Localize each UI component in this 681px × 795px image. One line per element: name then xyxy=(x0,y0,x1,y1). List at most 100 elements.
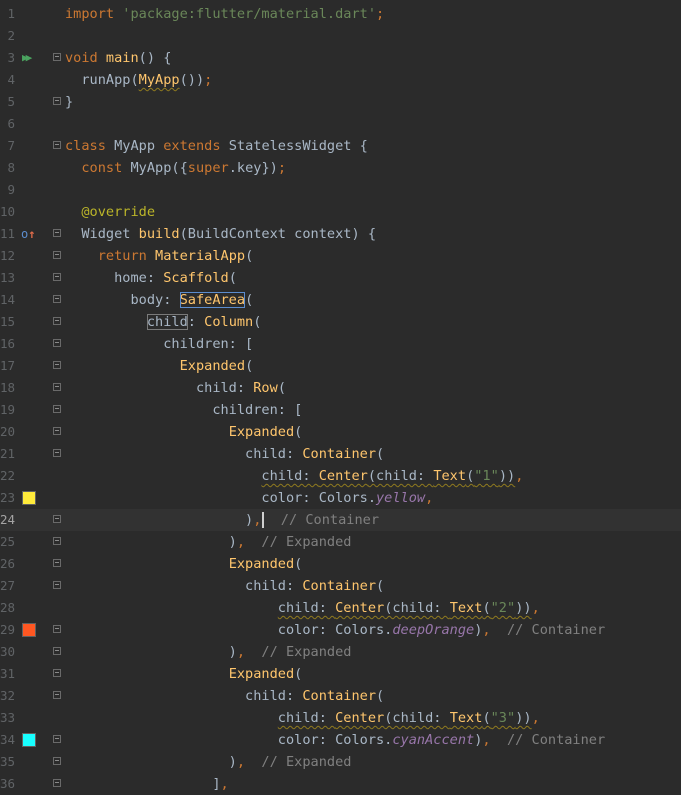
fold-end-icon[interactable] xyxy=(53,779,61,787)
code-line[interactable]: 13 home: Scaffold( xyxy=(0,267,681,289)
line-number: 22 xyxy=(0,468,16,483)
code-line[interactable]: 10 @override xyxy=(0,201,681,223)
code-line[interactable]: 32 child: Container( xyxy=(0,685,681,707)
code-token: ) xyxy=(65,512,254,528)
code-token: Container xyxy=(302,578,377,594)
fold-end-icon[interactable] xyxy=(53,735,61,743)
code-line[interactable]: 7 class MyApp extends StatelessWidget { xyxy=(0,135,681,157)
code-line[interactable]: 3 ▶▶ void main() { xyxy=(0,47,681,69)
code-token: deepOrange xyxy=(392,622,475,638)
line-number: 34 xyxy=(0,732,16,747)
fold-end-icon[interactable] xyxy=(53,97,61,105)
cyan-swatch[interactable] xyxy=(22,733,36,747)
code-token: , xyxy=(482,732,491,748)
override-gutter-icon[interactable]: o↑ xyxy=(21,227,35,241)
code-text: Expanded( xyxy=(65,553,303,575)
fold-open-icon[interactable] xyxy=(53,251,61,259)
code-line[interactable]: 6 xyxy=(0,113,681,135)
fold-open-icon[interactable] xyxy=(53,559,61,567)
fold-open-icon[interactable] xyxy=(53,53,61,61)
line-number: 18 xyxy=(0,380,16,395)
code-line[interactable]: 31 Expanded( xyxy=(0,663,681,685)
code-line[interactable]: 29 color: Colors.deepOrange), // Contain… xyxy=(0,619,681,641)
fold-open-icon[interactable] xyxy=(53,295,61,303)
fold-open-icon[interactable] xyxy=(53,581,61,589)
code-line[interactable]: 33 child: Center(child: Text("3")), xyxy=(0,707,681,729)
code-token: child: xyxy=(277,710,336,726)
fold-end-icon[interactable] xyxy=(53,647,61,655)
code-text: child: Center(child: Text("2")), xyxy=(65,597,540,619)
fold-open-icon[interactable] xyxy=(53,449,61,457)
code-line[interactable]: 17 Expanded( xyxy=(0,355,681,377)
code-line[interactable]: 26 Expanded( xyxy=(0,553,681,575)
fold-end-icon[interactable] xyxy=(53,537,61,545)
code-line[interactable]: 35 ), // Expanded xyxy=(0,751,681,773)
fold-open-icon[interactable] xyxy=(53,317,61,325)
code-line[interactable]: 14 body: SafeArea( xyxy=(0,289,681,311)
code-text: child: Center(child: Text("1")), xyxy=(65,465,523,487)
code-token: ( xyxy=(245,248,254,264)
code-token: )) xyxy=(515,710,532,726)
fold-open-icon[interactable] xyxy=(53,229,61,237)
run-gutter-icon[interactable]: ▶▶ xyxy=(22,51,36,65)
code-line[interactable]: 16 children: [ xyxy=(0,333,681,355)
code-token: ( xyxy=(277,380,286,396)
line-number: 25 xyxy=(0,534,16,549)
line-number: 4 xyxy=(7,72,15,87)
line-number: 14 xyxy=(0,292,16,307)
code-line[interactable]: 25 ), // Expanded xyxy=(0,531,681,553)
code-line[interactable]: 28 child: Center(child: Text("2")), xyxy=(0,597,681,619)
code-line[interactable]: 9 xyxy=(0,179,681,201)
orange-swatch[interactable] xyxy=(22,623,36,637)
code-line[interactable]: 15 child: Column( xyxy=(0,311,681,333)
code-line[interactable]: 12 return MaterialApp( xyxy=(0,245,681,267)
code-line[interactable]: 18 child: Row( xyxy=(0,377,681,399)
code-token: } xyxy=(65,94,74,110)
code-text: const MyApp({super.key}); xyxy=(65,157,286,179)
code-line[interactable]: 30 ), // Expanded xyxy=(0,641,681,663)
code-line[interactable]: 20 Expanded( xyxy=(0,421,681,443)
code-token: color: Colors. xyxy=(65,622,393,638)
code-line[interactable]: 22 child: Center(child: Text("1")), xyxy=(0,465,681,487)
fold-open-icon[interactable] xyxy=(53,405,61,413)
code-line[interactable]: 5} xyxy=(0,91,681,113)
fold-end-icon[interactable] xyxy=(53,625,61,633)
code-token: Center xyxy=(318,468,368,484)
code-text: runApp(MyApp()); xyxy=(65,69,212,91)
fold-open-icon[interactable] xyxy=(53,427,61,435)
code-text: } xyxy=(65,91,73,113)
code-line[interactable]: 21 child: Container( xyxy=(0,443,681,465)
code-token: void xyxy=(65,50,106,66)
fold-open-icon[interactable] xyxy=(53,361,61,369)
code-editor[interactable]: 1 import 'package:flutter/material.dart';… xyxy=(0,0,681,792)
code-line[interactable]: 1 import 'package:flutter/material.dart'; xyxy=(0,3,681,25)
code-line[interactable]: 23 color: Colors.yellow, xyxy=(0,487,681,509)
fold-open-icon[interactable] xyxy=(53,383,61,391)
code-line[interactable]: 8 const MyApp({super.key}); xyxy=(0,157,681,179)
code-token: ( xyxy=(482,600,491,616)
code-line[interactable]: 2 xyxy=(0,25,681,47)
yellow-swatch[interactable] xyxy=(22,491,36,505)
code-line[interactable]: 4 runApp(MyApp()); xyxy=(0,69,681,91)
code-line[interactable]: 27 child: Container( xyxy=(0,575,681,597)
code-text: child: Column( xyxy=(65,311,261,333)
code-line[interactable]: 19 children: [ xyxy=(0,399,681,421)
fold-open-icon[interactable] xyxy=(53,273,61,281)
fold-open-icon[interactable] xyxy=(53,691,61,699)
fold-open-icon[interactable] xyxy=(53,669,61,677)
fold-open-icon[interactable] xyxy=(53,141,61,149)
fold-open-icon[interactable] xyxy=(53,339,61,347)
code-text: color: Colors.cyanAccent), // Container xyxy=(65,729,605,751)
fold-end-icon[interactable] xyxy=(53,757,61,765)
line-number: 32 xyxy=(0,688,16,703)
fold-end-icon[interactable] xyxy=(53,515,61,523)
code-line[interactable]: 34 color: Colors.cyanAccent), // Contain… xyxy=(0,729,681,751)
code-token: child: xyxy=(65,380,254,396)
code-line[interactable]: 11 o↑ Widget build(BuildContext context) … xyxy=(0,223,681,245)
code-text: void main() { xyxy=(65,47,171,69)
code-line[interactable]: 24 ), // Container xyxy=(0,509,681,531)
